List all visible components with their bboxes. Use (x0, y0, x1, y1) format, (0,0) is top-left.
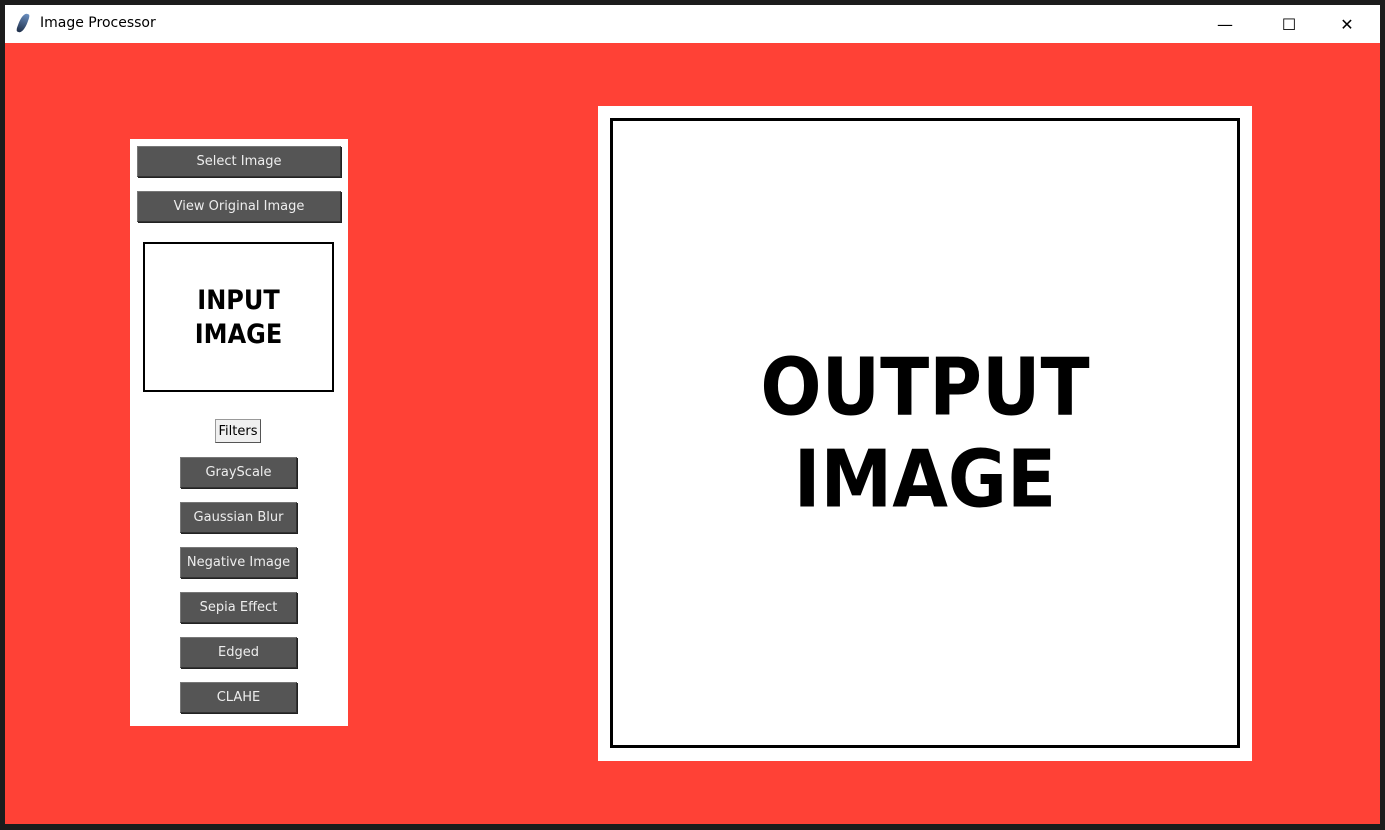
grayscale-button[interactable]: GrayScale (180, 457, 297, 488)
negative-image-button[interactable]: Negative Image (180, 547, 297, 578)
maximize-button[interactable]: ☐ (1266, 5, 1312, 43)
input-label-line1: INPUT (197, 284, 280, 316)
edged-button[interactable]: Edged (180, 637, 297, 668)
output-panel: OUTPUT IMAGE (598, 106, 1252, 761)
minimize-button[interactable]: — (1202, 5, 1248, 43)
title-bar: Image Processor — ☐ ✕ (5, 5, 1380, 43)
select-image-button[interactable]: Select Image (137, 146, 341, 177)
input-image-preview: INPUT IMAGE (143, 242, 334, 392)
view-original-image-button[interactable]: View Original Image (137, 191, 341, 222)
control-panel: Select Image View Original Image INPUT I… (130, 139, 348, 726)
sepia-effect-button[interactable]: Sepia Effect (180, 592, 297, 623)
clahe-button[interactable]: CLAHE (180, 682, 297, 713)
output-label-line2: IMAGE (793, 432, 1057, 526)
output-label-line1: OUTPUT (760, 340, 1090, 434)
window-title: Image Processor (40, 15, 156, 31)
output-image-display: OUTPUT IMAGE (610, 118, 1240, 748)
close-button[interactable]: ✕ (1324, 5, 1370, 43)
app-window: Image Processor — ☐ ✕ Select Image View … (5, 5, 1380, 824)
filters-label-button[interactable]: Filters (215, 419, 261, 443)
gaussian-blur-button[interactable]: Gaussian Blur (180, 502, 297, 533)
feather-app-icon (15, 12, 31, 34)
input-label-line2: IMAGE (194, 318, 283, 350)
